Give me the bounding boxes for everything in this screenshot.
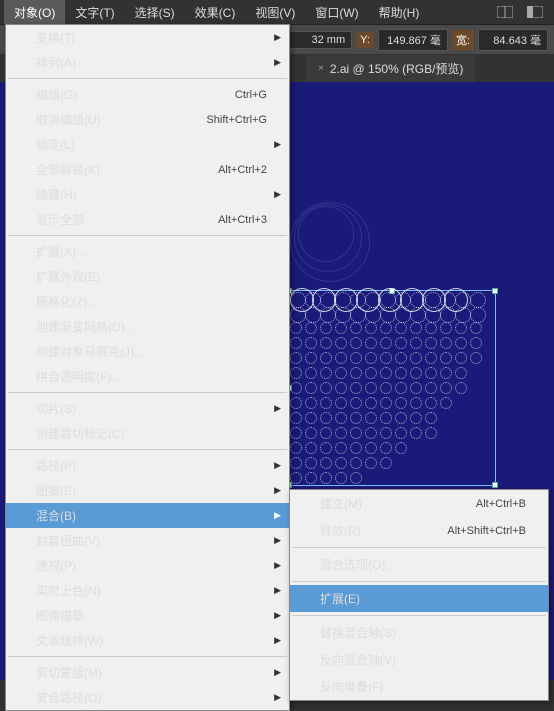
menu-item[interactable]: 变换(T)▶ [6, 25, 289, 50]
menu-item[interactable]: 混合(B)▶ [6, 503, 289, 528]
y-label: Y: [356, 32, 374, 48]
menu-object[interactable]: 对象(O) [4, 0, 65, 25]
menu-item[interactable]: 创建渐变网格(D)... [6, 314, 289, 339]
menu-item[interactable]: 栅格化(Z)... [6, 289, 289, 314]
x-value[interactable]: 32 mm [282, 31, 352, 49]
menu-select[interactable]: 选择(S) [125, 0, 185, 25]
menu-item[interactable]: 拼合透明度(F)... [6, 364, 289, 389]
menu-item[interactable]: 排列(A)▶ [6, 50, 289, 75]
menu-item[interactable]: 图案(E)▶ [6, 478, 289, 503]
object-menu-dropdown: 变换(T)▶排列(A)▶ 编组(G)Ctrl+G取消编组(U)Shift+Ctrl… [5, 24, 290, 711]
menu-item[interactable]: 取消编组(U)Shift+Ctrl+G [6, 107, 289, 132]
layout-icon[interactable] [494, 3, 516, 21]
document-tab[interactable]: × 2.ai @ 150% (RGB/预览) [306, 55, 475, 82]
submenu-item[interactable]: 反向混合轴(V) [290, 646, 548, 673]
menu-item[interactable]: 创建对象马赛克(J)... [6, 339, 289, 364]
screen-icon[interactable] [524, 3, 546, 21]
menu-item[interactable]: 图像描摹▶ [6, 603, 289, 628]
menubar: 对象(O) 文字(T) 选择(S) 效果(C) 视图(V) 窗口(W) 帮助(H… [0, 0, 554, 24]
menu-effect[interactable]: 效果(C) [185, 0, 246, 25]
menu-item[interactable]: 扩展外观(E) [6, 264, 289, 289]
w-label: 宽: [452, 30, 474, 50]
menu-item[interactable]: 透视(P)▶ [6, 553, 289, 578]
menu-item[interactable]: 创建裁切标记(C) [6, 421, 289, 446]
menu-item[interactable]: 编组(G)Ctrl+G [6, 82, 289, 107]
menu-type[interactable]: 文字(T) [65, 0, 124, 25]
menu-item[interactable]: 全部解锁(K)Alt+Ctrl+2 [6, 157, 289, 182]
submenu-item[interactable]: 释放(R)Alt+Shift+Ctrl+B [290, 517, 548, 544]
submenu-item[interactable]: 扩展(E) [290, 585, 548, 612]
menu-item[interactable]: 锁定(L)▶ [6, 132, 289, 157]
blend-submenu: 建立(M)Alt+Ctrl+B释放(R)Alt+Shift+Ctrl+B 混合选项… [289, 489, 549, 701]
menu-item[interactable]: 复合路径(O)▶ [6, 685, 289, 710]
w-value[interactable]: 84.643 毫 [478, 29, 548, 51]
menu-window[interactable]: 窗口(W) [305, 0, 368, 25]
y-value[interactable]: 149.867 毫 [378, 29, 448, 51]
menu-item[interactable]: 切片(S)▶ [6, 396, 289, 421]
submenu-item[interactable]: 反向堆叠(F) [290, 673, 548, 700]
menu-item[interactable]: 剪切蒙版(M)▶ [6, 660, 289, 685]
tab-label: 2.ai @ 150% (RGB/预览) [330, 60, 464, 77]
submenu-item[interactable]: 混合选项(O)... [290, 551, 548, 578]
menu-item[interactable]: 隐藏(H)▶ [6, 182, 289, 207]
submenu-item[interactable]: 替换混合轴(S) [290, 619, 548, 646]
menu-item[interactable]: 文本绕排(W)▶ [6, 628, 289, 653]
close-icon[interactable]: × [318, 63, 324, 74]
menu-view[interactable]: 视图(V) [245, 0, 305, 25]
menu-item[interactable]: 实时上色(N)▶ [6, 578, 289, 603]
menu-item[interactable]: 封套扭曲(V)▶ [6, 528, 289, 553]
menu-help[interactable]: 帮助(H) [369, 0, 430, 25]
submenu-item[interactable]: 建立(M)Alt+Ctrl+B [290, 490, 548, 517]
menu-item[interactable]: 路径(P)▶ [6, 453, 289, 478]
menu-item[interactable]: 扩展(X)... [6, 239, 289, 264]
menu-item[interactable]: 显示全部Alt+Ctrl+3 [6, 207, 289, 232]
